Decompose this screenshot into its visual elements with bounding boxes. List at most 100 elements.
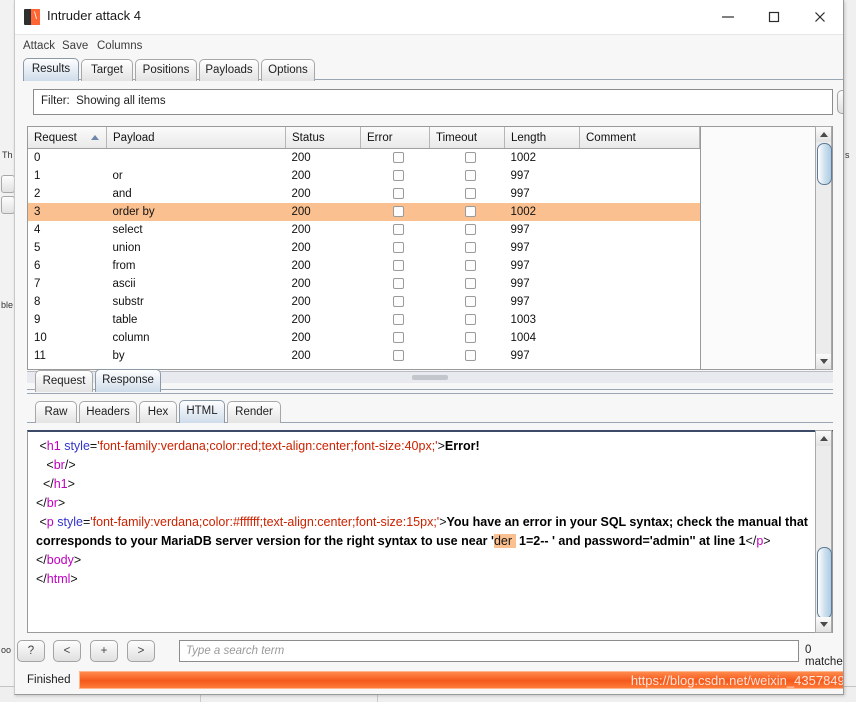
response-scrollbar-thumb[interactable] xyxy=(817,547,832,619)
filter-help-button[interactable]: ? xyxy=(837,90,843,114)
timeout-checkbox[interactable] xyxy=(464,152,476,164)
tab-positions[interactable]: Positions xyxy=(135,59,197,81)
table-row[interactable]: 11 by 200 997 xyxy=(28,347,700,365)
cell-error xyxy=(361,257,430,275)
error-checkbox[interactable] xyxy=(392,206,404,218)
timeout-checkbox[interactable] xyxy=(464,242,476,254)
search-prev-button[interactable]: < xyxy=(53,640,81,662)
code-token: style xyxy=(57,515,83,529)
column-header-payload[interactable]: Payload xyxy=(106,127,286,149)
error-checkbox[interactable] xyxy=(392,332,404,344)
menu-item-columns[interactable]: Columns xyxy=(94,39,145,53)
error-checkbox[interactable] xyxy=(392,170,404,182)
timeout-checkbox[interactable] xyxy=(464,350,476,362)
column-header-length[interactable]: Length xyxy=(504,127,580,149)
response-scroll-down-icon[interactable] xyxy=(816,617,831,632)
column-header-request[interactable]: Request xyxy=(28,127,107,149)
column-header-status[interactable]: Status xyxy=(285,127,361,149)
menu-bar: Attack Save Columns xyxy=(15,35,843,58)
timeout-checkbox[interactable] xyxy=(464,260,476,272)
timeout-checkbox[interactable] xyxy=(464,332,476,344)
tab-raw[interactable]: Raw xyxy=(35,401,77,423)
results-table[interactable]: Request Payload Status Error Timeout Len… xyxy=(27,126,701,370)
code-line: <br/> xyxy=(36,456,808,475)
response-scrollbar[interactable] xyxy=(815,430,832,633)
cell-error xyxy=(361,185,430,203)
tab-options[interactable]: Options xyxy=(261,59,315,81)
timeout-checkbox[interactable] xyxy=(464,170,476,182)
background-button-1[interactable] xyxy=(1,175,15,193)
error-checkbox[interactable] xyxy=(392,224,404,236)
table-row[interactable]: 3 order by 200 1002 xyxy=(28,203,700,221)
table-row[interactable]: 4 select 200 997 xyxy=(28,221,700,239)
search-add-button[interactable]: + xyxy=(90,640,118,662)
timeout-checkbox[interactable] xyxy=(464,278,476,290)
error-checkbox[interactable] xyxy=(392,152,404,164)
tab-hex[interactable]: Hex xyxy=(139,401,177,423)
table-row[interactable]: 7 ascii 200 997 xyxy=(28,275,700,293)
table-row[interactable]: 0 200 1002 xyxy=(28,149,700,168)
table-row[interactable]: 8 substr 200 997 xyxy=(28,293,700,311)
tab-render[interactable]: Render xyxy=(227,401,281,423)
code-token: > xyxy=(57,496,66,510)
cell-request: 0 xyxy=(34,152,41,164)
results-scrollbar[interactable] xyxy=(815,126,832,370)
results-scrollbar-thumb[interactable] xyxy=(817,143,832,185)
tab-headers[interactable]: Headers xyxy=(79,401,137,423)
attack-progress-bar: https://blog.csdn.net/weixin_43578492 xyxy=(79,671,843,689)
column-header-comment[interactable]: Comment xyxy=(579,127,700,149)
minimize-icon[interactable] xyxy=(705,0,751,33)
code-token: /> xyxy=(64,458,76,472)
table-row[interactable]: 9 table 200 1003 xyxy=(28,311,700,329)
timeout-checkbox[interactable] xyxy=(464,314,476,326)
table-row[interactable]: 6 from 200 997 xyxy=(28,257,700,275)
code-token: > xyxy=(763,534,771,548)
table-row[interactable]: 10 column 200 1004 xyxy=(28,329,700,347)
cell-comment xyxy=(580,167,700,185)
tab-target[interactable]: Target xyxy=(81,59,133,81)
search-help-button[interactable]: ? xyxy=(17,640,45,662)
close-icon[interactable] xyxy=(797,0,843,33)
error-checkbox[interactable] xyxy=(392,350,404,362)
background-text-fragment-4: s xyxy=(845,150,850,160)
timeout-checkbox[interactable] xyxy=(464,206,476,218)
response-html-viewer[interactable]: <h1 style='font-family:verdana;color:red… xyxy=(27,430,833,633)
error-checkbox[interactable] xyxy=(392,188,404,200)
cell-request: 3 xyxy=(28,203,107,221)
scroll-up-icon[interactable] xyxy=(816,127,831,142)
cell-error xyxy=(361,239,430,257)
tab-request[interactable]: Request xyxy=(35,370,93,392)
table-row[interactable]: 2 and 200 997 xyxy=(28,185,700,203)
column-header-error[interactable]: Error xyxy=(360,127,430,149)
table-header-row: Request Payload Status Error Timeout Len… xyxy=(28,127,700,149)
menu-item-save[interactable]: Save xyxy=(59,39,91,53)
tab-html[interactable]: HTML xyxy=(179,400,225,423)
search-input[interactable]: Type a search term xyxy=(179,640,799,662)
background-button-2[interactable] xyxy=(1,196,15,214)
search-next-button[interactable]: > xyxy=(127,640,155,662)
table-row[interactable]: 1 or 200 997 xyxy=(28,167,700,185)
response-scroll-up-icon[interactable] xyxy=(816,431,831,446)
error-checkbox[interactable] xyxy=(392,296,404,308)
cell-comment xyxy=(580,239,700,257)
table-row[interactable]: 5 union 200 997 xyxy=(28,239,700,257)
code-token: > xyxy=(437,439,445,453)
timeout-checkbox[interactable] xyxy=(464,188,476,200)
menu-item-attack[interactable]: Attack xyxy=(20,39,58,53)
cell-timeout xyxy=(430,257,505,275)
error-checkbox[interactable] xyxy=(392,314,404,326)
column-header-timeout[interactable]: Timeout xyxy=(429,127,505,149)
scroll-down-icon[interactable] xyxy=(816,354,831,369)
timeout-checkbox[interactable] xyxy=(464,296,476,308)
cell-payload: by xyxy=(112,350,125,362)
timeout-checkbox[interactable] xyxy=(464,224,476,236)
tab-results[interactable]: Results xyxy=(23,58,79,81)
error-checkbox[interactable] xyxy=(392,260,404,272)
maximize-icon[interactable] xyxy=(751,0,797,33)
error-checkbox[interactable] xyxy=(392,278,404,290)
error-checkbox[interactable] xyxy=(392,242,404,254)
filter-bar[interactable]: Filter: Showing all items xyxy=(33,89,833,115)
tab-response[interactable]: Response xyxy=(95,369,161,392)
tab-payloads[interactable]: Payloads xyxy=(199,59,259,81)
cell-comment xyxy=(580,293,700,311)
